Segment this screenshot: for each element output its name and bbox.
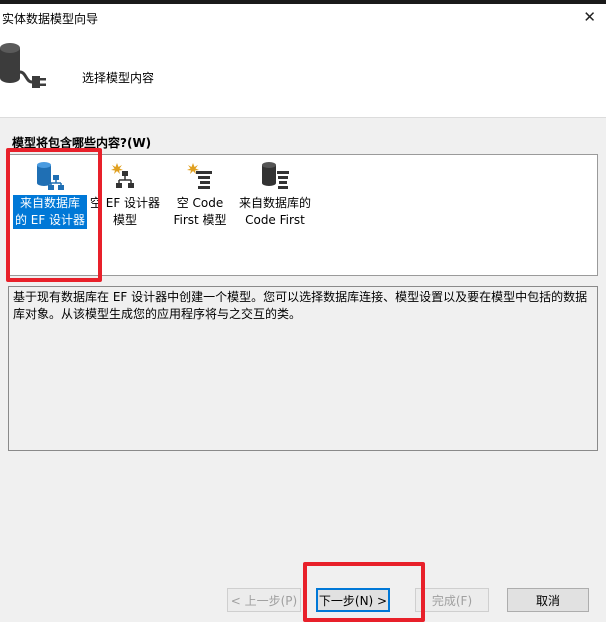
list-item-label: 空 Code First 模型	[173, 196, 227, 227]
finish-button[interactable]: 完成(F)	[415, 588, 489, 612]
window-title: 实体数据模型向导	[2, 12, 99, 26]
empty-code-first-icon	[187, 163, 212, 189]
database-code-first-icon	[262, 162, 289, 189]
cancel-button[interactable]: 取消	[507, 588, 589, 612]
title-bar: 实体数据模型向导 ✕	[0, 4, 606, 30]
close-icon[interactable]: ✕	[583, 8, 596, 26]
next-button[interactable]: 下一步(N) >	[316, 588, 390, 612]
wizard-header: 选择模型内容	[0, 30, 606, 118]
list-item-empty-code-first[interactable]: 空 Code First 模型	[160, 161, 240, 229]
database-designer-icon	[37, 162, 64, 190]
list-item-code-first-from-db[interactable]: 来自数据库的 Code First	[233, 161, 317, 229]
model-content-prompt: 模型将包含哪些内容?(W)	[12, 136, 152, 150]
description-box: 基于现有数据库在 EF 设计器中创建一个模型。您可以选择数据库连接、模型设置以及…	[8, 286, 598, 451]
wizard-footer: < 上一步(P) 下一步(N) > 完成(F) 取消	[0, 563, 606, 622]
database-plug-icon	[0, 43, 46, 88]
list-item-ef-designer-from-db[interactable]: 来自数据库的 EF 设计器	[10, 161, 90, 229]
model-content-list[interactable]: 来自数据库的 EF 设计器 空 EF 设计器 模型 空 Code First 模型	[8, 154, 598, 276]
page-heading: 选择模型内容	[82, 71, 155, 85]
wizard-content: 模型将包含哪些内容?(W) 来自数据库的 EF 设计器 空 EF 设计器 模型 …	[0, 118, 606, 563]
list-item-empty-ef-designer[interactable]: 空 EF 设计器 模型	[82, 161, 168, 229]
list-item-label: 空 EF 设计器 模型	[89, 196, 161, 227]
previous-button[interactable]: < 上一步(P)	[227, 588, 301, 612]
list-item-label: 来自数据库的 Code First	[238, 196, 311, 227]
list-item-label: 来自数据库的 EF 设计器	[12, 195, 88, 229]
empty-designer-icon	[111, 163, 134, 188]
